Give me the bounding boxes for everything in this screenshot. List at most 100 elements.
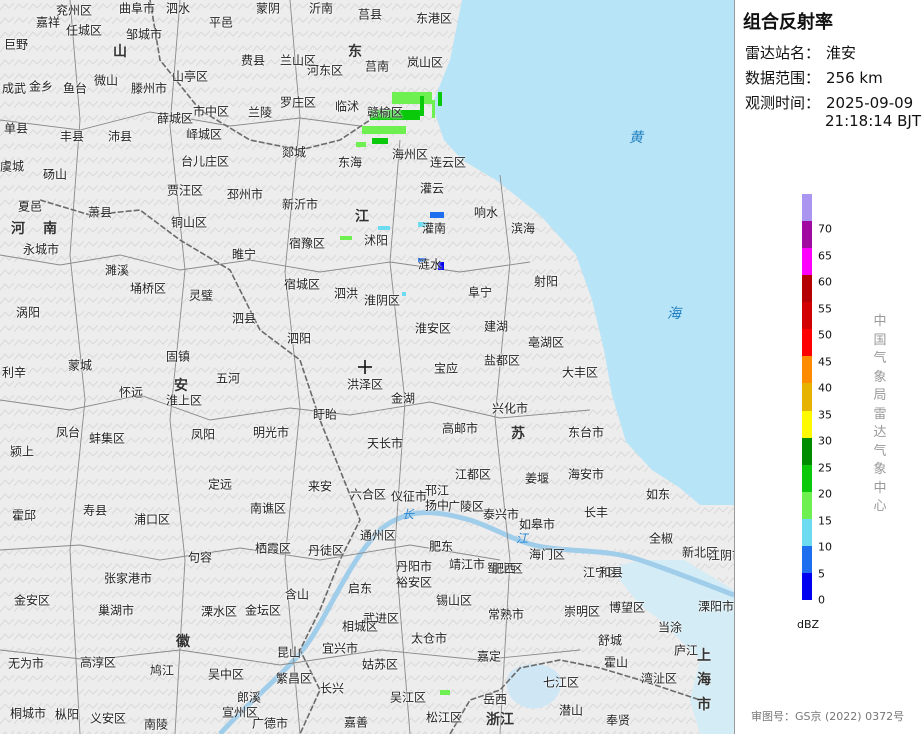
city-label: 丰县 — [59, 129, 85, 144]
city-label: 溧水区 — [200, 604, 238, 619]
city-label: 七江区 — [542, 675, 580, 690]
city-label: 沂南 — [308, 1, 334, 16]
legend-swatch — [802, 437, 812, 465]
city-label: 台儿庄区 — [180, 154, 230, 169]
city-label: 洪泽区 — [346, 377, 384, 392]
province-label: 山 — [113, 44, 127, 60]
city-label: 裕安区 — [395, 575, 433, 590]
city-label: 泗阳 — [286, 331, 312, 346]
city-label: 含山 — [284, 587, 310, 602]
city-label: 蒙阴 — [255, 1, 281, 16]
city-label: 金安区 — [13, 593, 51, 608]
city-label: 滕州市 — [130, 81, 168, 96]
city-label: 濉溪 — [104, 263, 130, 278]
city-label: 明光市 — [252, 425, 290, 440]
legend-swatch — [802, 221, 812, 249]
city-label: 薛城区 — [156, 111, 194, 126]
legend-tick-label: 40 — [818, 381, 832, 395]
city-label: 市中区 — [192, 104, 230, 119]
product-title: 组合反射率 — [743, 12, 833, 33]
legend-swatch — [802, 518, 812, 546]
city-label: 淮安区 — [414, 321, 452, 336]
city-label: 埇桥区 — [129, 281, 167, 296]
province-label: 东 — [348, 44, 362, 60]
city-label: 蚌集区 — [88, 431, 126, 446]
city-label: 高邮市 — [441, 421, 479, 436]
legend-swatch — [802, 194, 812, 222]
city-label: 阜宁 — [467, 285, 493, 300]
range-row: 数据范围： 256 km — [745, 67, 883, 88]
city-label: 砀山 — [42, 167, 68, 182]
city-label: 涟水 — [417, 257, 443, 272]
province-label: 苏 — [511, 426, 525, 442]
city-label: 句容 — [187, 550, 213, 565]
city-label: 博望区 — [608, 600, 646, 615]
city-label: 无为市 — [7, 656, 45, 671]
time-row: 观测时间： 2025-09-09 — [745, 92, 913, 113]
city-label: 寿县 — [82, 503, 108, 518]
city-label: 微山 — [93, 73, 119, 88]
city-label: 铜山区 — [170, 215, 208, 230]
city-label: 霍邱 — [11, 508, 37, 523]
city-label: 东台市 — [567, 425, 605, 440]
city-label: 嘉善 — [343, 715, 369, 730]
legend-tick-label: 20 — [818, 487, 832, 501]
city-label: 姜堰 — [524, 471, 550, 486]
city-label: 利辛 — [1, 365, 27, 380]
legend-tick-label: 10 — [818, 540, 832, 554]
province-label: 南 — [43, 221, 57, 237]
city-label: 东港区 — [415, 11, 453, 26]
city-label: 丹阳市 — [395, 559, 433, 574]
city-label: 昆山 — [276, 645, 302, 660]
legend-swatch — [802, 383, 812, 411]
legend-tick-label: 35 — [818, 408, 832, 421]
legend-tick-label: 15 — [818, 514, 832, 527]
radar-map[interactable]: 山 东 江 苏 河 南 安 徽 浙江 上 海 市 黄 海 长 江 兖州区 曲阜市泗… — [0, 0, 735, 734]
legend-swatch — [802, 410, 812, 438]
city-label: 和县 — [598, 565, 624, 580]
station-row: 雷达站名： 淮安 — [745, 42, 856, 63]
city-label: 河东区 — [306, 63, 344, 78]
legend-swatch — [802, 302, 812, 330]
city-label: 沭阳 — [363, 233, 389, 248]
city-label: 灵璧 — [188, 288, 214, 303]
legend-tick-label: 70 — [818, 222, 832, 236]
city-label: 高淳区 — [79, 655, 117, 670]
city-label: 松江区 — [425, 710, 463, 725]
legend-tick-label: 55 — [818, 302, 832, 315]
city-label: 凤阳 — [190, 427, 216, 442]
city-label: 义安区 — [89, 711, 127, 726]
city-label: 桐城市 — [9, 706, 47, 721]
time-date: 2025-09-09 — [826, 94, 914, 112]
city-label: 全椒 — [648, 531, 674, 546]
city-label: 鱼台 — [62, 81, 88, 96]
city-label: 萧县 — [87, 205, 113, 220]
city-label: 张家港市 — [103, 571, 153, 586]
legend-swatch — [802, 248, 812, 276]
city-label: 繁昌区 — [275, 671, 313, 686]
city-label: 霍山 — [603, 655, 629, 670]
legend-unit: dBZ — [797, 618, 820, 631]
city-label: 怀远 — [118, 385, 144, 400]
legend-swatch — [802, 329, 812, 357]
city-label: 扬中 — [424, 498, 450, 513]
legend-tick-label: 30 — [818, 434, 832, 448]
city-label: 六合区 — [349, 487, 387, 502]
city-label: 溧阳市 — [697, 599, 735, 614]
city-label: 江阴市 — [707, 548, 734, 563]
city-label: 湾沚区 — [640, 671, 678, 686]
city-label: 淮上区 — [165, 393, 203, 408]
city-label: 岳西 — [482, 692, 508, 707]
city-label: 奉贤 — [605, 713, 631, 728]
city-label: 固镇 — [165, 349, 191, 364]
city-label: 颍上 — [9, 444, 35, 459]
legend-tick-label: 65 — [818, 249, 832, 262]
legend-swatch — [802, 545, 812, 573]
city-label: 平邑 — [208, 15, 234, 30]
city-label: 山亭区 — [171, 69, 209, 84]
city-label: 江都区 — [454, 467, 492, 482]
city-label: 滨海 — [510, 221, 536, 236]
city-label: 射阳 — [533, 274, 559, 289]
province-label: 徽 — [176, 634, 190, 650]
city-label: 嘉定 — [476, 649, 502, 664]
